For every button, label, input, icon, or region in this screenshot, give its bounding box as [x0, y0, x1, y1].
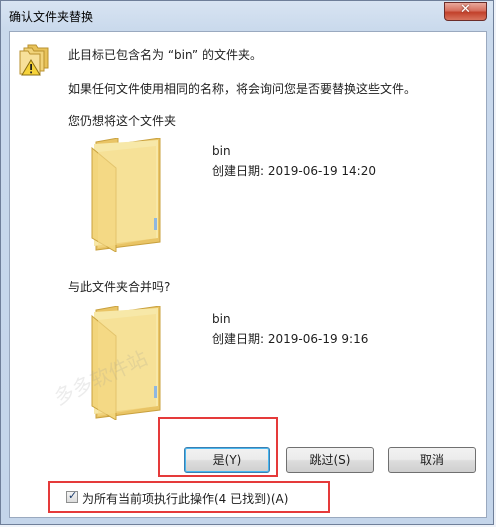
- skip-button[interactable]: 跳过(S): [286, 447, 374, 473]
- target-folder-name: bin: [212, 144, 231, 158]
- confirm-folder-replace-dialog: 确认文件夹替换 ✕ 此目标已包含名为 “bin” 的文件夹。 如果任何文件使用相…: [0, 0, 494, 525]
- cancel-button[interactable]: 取消: [388, 447, 476, 473]
- merge-question: 与此文件夹合并吗?: [68, 280, 171, 294]
- close-button[interactable]: ✕: [444, 2, 487, 21]
- warning-folder-icon: [19, 44, 49, 76]
- message-line1: 此目标已包含名为 “bin” 的文件夹。: [68, 48, 262, 62]
- target-folder-icon: [91, 138, 161, 252]
- checkmark-icon: ✓: [68, 489, 78, 502]
- source-folder-name: bin: [212, 312, 231, 326]
- dialog-content: 此目标已包含名为 “bin” 的文件夹。 如果任何文件使用相同的名称，将会询问您…: [9, 31, 487, 518]
- yes-button[interactable]: 是(Y): [184, 447, 270, 473]
- target-folder-created: 创建日期: 2019-06-19 14:20: [212, 164, 376, 178]
- apply-all-label[interactable]: 为所有当前项执行此操作(4 已找到)(A): [82, 490, 288, 507]
- close-icon: ✕: [460, 2, 471, 17]
- apply-all-checkbox[interactable]: ✓: [66, 489, 78, 503]
- titlebar[interactable]: 确认文件夹替换 ✕: [1, 1, 493, 31]
- message-line2: 如果任何文件使用相同的名称，将会询问您是否要替换这些文件。: [68, 82, 417, 96]
- message-line3: 您仍想将这个文件夹: [68, 114, 177, 128]
- source-folder-created: 创建日期: 2019-06-19 9:16: [212, 332, 369, 346]
- window-title: 确认文件夹替换: [9, 10, 94, 24]
